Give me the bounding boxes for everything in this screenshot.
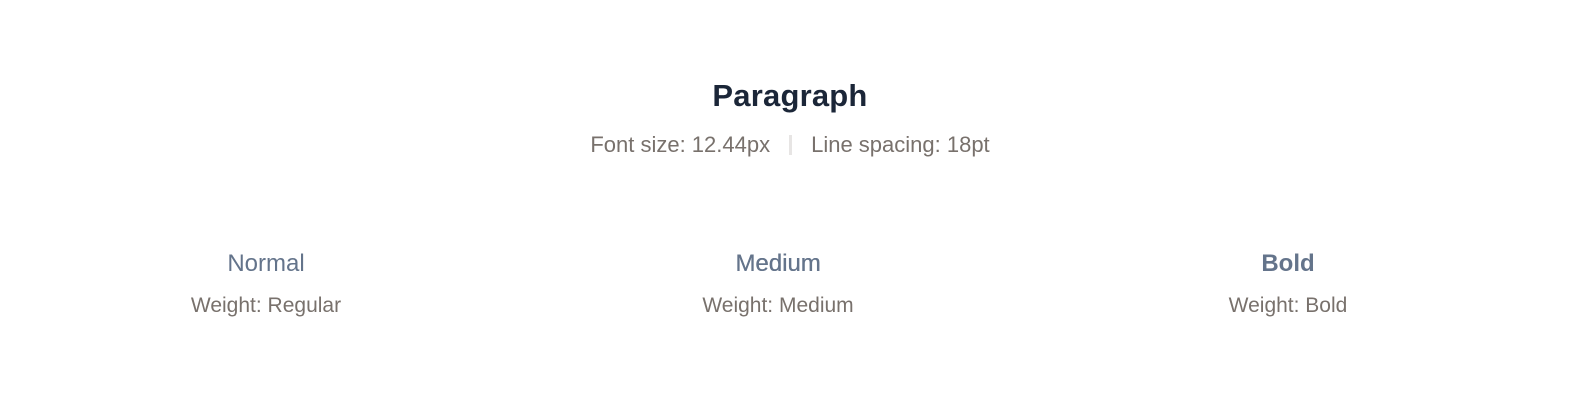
meta-divider <box>789 135 793 155</box>
variant-weight-bold: Weight: Bold <box>1228 294 1348 317</box>
variant-name-medium: Medium <box>735 250 821 277</box>
typography-meta: Font size: 12.44px Line spacing: 18pt <box>0 130 1580 160</box>
font-size-label: Font size: 12.44px <box>590 132 771 157</box>
variant-name-normal: Normal <box>227 250 305 277</box>
variant-name-bold: Bold <box>1261 250 1315 277</box>
typography-header: Paragraph Font size: 12.44px Line spacin… <box>0 72 1580 160</box>
variant-bold: Bold Weight: Bold <box>1118 246 1458 320</box>
weight-variants: Normal Weight: Regular Medium Weight: Me… <box>0 246 1580 336</box>
variant-medium: Medium Weight: Medium <box>608 246 948 320</box>
variant-weight-medium: Weight: Medium <box>702 294 854 317</box>
page-title: Paragraph <box>712 78 868 113</box>
variant-normal: Normal Weight: Regular <box>96 246 436 320</box>
line-spacing-label: Line spacing: 18pt <box>811 132 990 157</box>
variant-weight-normal: Weight: Regular <box>190 294 342 317</box>
